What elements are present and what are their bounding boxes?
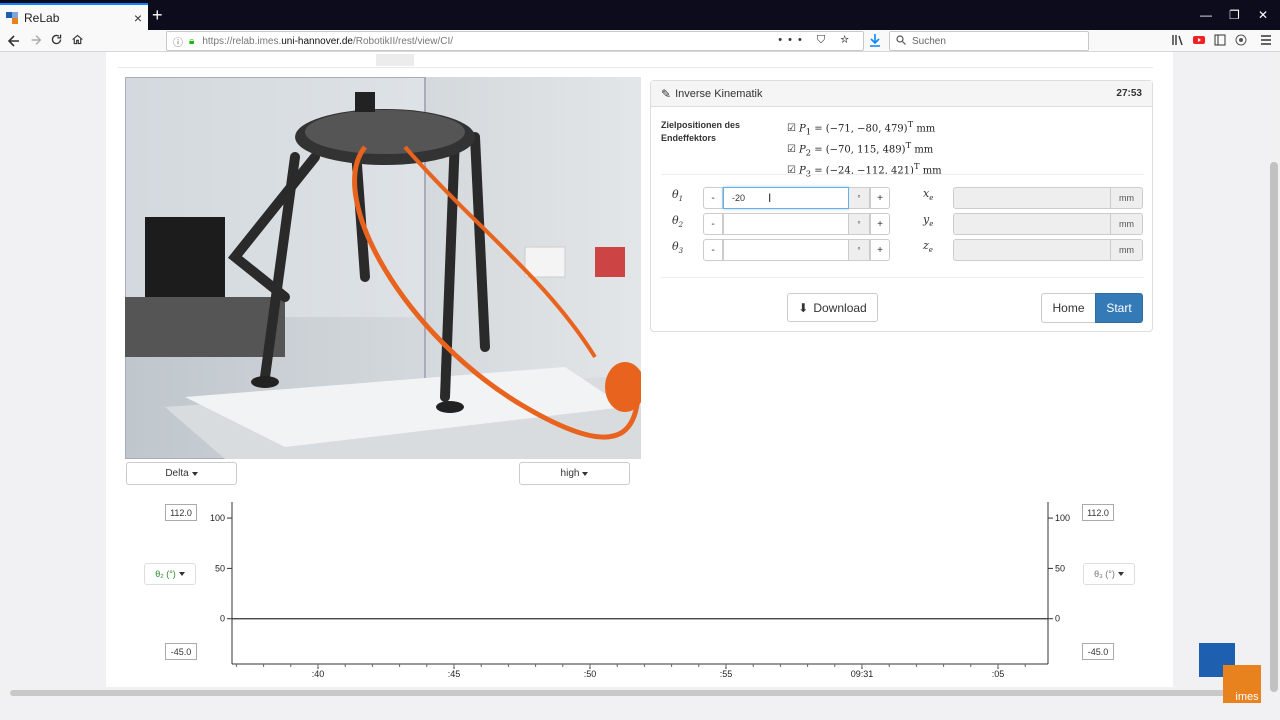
search-bar[interactable]: Suchen [889,31,1089,51]
page-top-strip [118,52,1153,68]
chevron-down-icon [191,471,198,476]
start-button[interactable]: Start [1095,293,1143,323]
right-ymin-input[interactable]: -45.0 [1082,643,1114,660]
tab-close-icon[interactable]: × [134,10,142,26]
ye-label: ye [923,213,934,229]
youtube-icon[interactable] [1193,33,1205,49]
window-close-icon[interactable]: ✕ [1258,8,1268,22]
joint-row-3: θ3 - ° + ze mm [651,239,1154,261]
home-button[interactable]: Home [1041,293,1095,323]
degree-unit: ° [849,213,870,235]
reload-icon[interactable] [50,33,63,49]
ze-output [953,239,1111,261]
targets-label: Zielpositionen des Endeffektors [661,120,741,143]
theta3-label: θ3 [672,240,684,256]
quality-select-dropdown[interactable]: high [519,462,630,485]
text-cursor-icon: I [768,191,772,205]
mm-unit: mm [1111,239,1143,261]
checkbox-edit-icon: ☑ [787,123,796,135]
target-position-2: ☑ P2 = (−70, 115, 489)T mm [787,139,934,158]
degree-unit: ° [849,187,870,209]
browser-tab-bar: ReLab × + — ❐ ✕ [0,0,1280,30]
ye-output [953,213,1111,235]
target-position-1: ☑ P1 = (−71, −80, 479)T mm [787,119,936,137]
ze-label: ze [923,239,933,255]
session-timer: 27:53 [1116,88,1142,99]
menu-icon[interactable] [1260,33,1272,49]
quality-select-label: high [560,468,580,479]
theta2-plus-button[interactable]: + [870,213,890,235]
left-series-select[interactable]: θ₂ (°) [144,563,196,585]
chevron-down-icon [178,572,185,576]
xe-label: xe [923,187,934,203]
joint-row-2: θ2 - ° + ye mm [651,213,1154,235]
theta1-plus-button[interactable]: + [870,187,890,209]
browser-nav-bar: ⓘ 🔒︎ https://relab.imes.uni-hannover.de/… [0,30,1280,52]
scrollbar-thumb[interactable] [1270,162,1278,692]
page-actions-icon[interactable]: ••• ⛉ ☆ [778,34,855,47]
left-ymax-input[interactable]: 112.0 [165,504,197,521]
url-bar[interactable]: ⓘ 🔒︎ https://relab.imes.uni-hannover.de/… [166,31,864,51]
search-placeholder: Suchen [912,35,946,47]
mm-unit: mm [1111,213,1143,235]
target-position-3: ☑ P3 = (−24, −112, 421)T mm [787,160,942,178]
chevron-down-icon [1117,572,1124,576]
divider [661,277,1144,278]
library-icon[interactable] [1172,33,1184,49]
left-ymin-input[interactable]: -45.0 [165,643,197,660]
download-circle-icon: ⬇ [798,300,809,315]
url-text: https://relab.imes.uni-hannover.de/Robot… [202,35,454,47]
right-series-label: θ₃ (°) [1094,569,1115,579]
download-button[interactable]: ⬇ Download [787,293,878,322]
browser-tab-relab[interactable]: ReLab × [0,3,148,30]
right-series-select[interactable]: θ₃ (°) [1083,563,1135,585]
degree-unit: ° [849,239,870,261]
theta3-input[interactable] [723,239,849,261]
download-arrow-icon[interactable] [869,33,881,50]
theta2-minus-button[interactable]: - [703,213,723,235]
window-restore-icon[interactable]: ❐ [1229,8,1240,22]
theta3-plus-button[interactable]: + [870,239,890,261]
checkbox-edit-icon: ☑ [787,144,796,156]
theta1-minus-button[interactable]: - [703,187,723,209]
robot-select-label: Delta [165,468,189,479]
search-icon [896,34,906,48]
panel-title: Inverse Kinematik [675,87,763,100]
left-series-label: θ₂ (°) [155,569,176,579]
divider [661,174,1144,175]
xe-output [953,187,1111,209]
theta1-label: θ1 [672,188,684,204]
mm-unit: mm [1111,187,1143,209]
theta1-input[interactable]: -20 I [723,187,849,209]
edit-icon: ✎ [661,86,672,101]
window-minimize-icon[interactable]: — [1200,8,1212,22]
panel-header: ✎ Inverse Kinematik 27:53 [651,81,1152,107]
theta2-label: θ2 [672,214,684,230]
back-icon[interactable] [6,33,22,52]
lock-icon: 🔒︎ [189,35,195,47]
theta3-minus-button[interactable]: - [703,239,723,261]
download-label: Download [813,300,867,315]
inverse-kinematics-panel: ✎ Inverse Kinematik 27:53 Zielpositionen… [650,80,1153,332]
horizontal-scrollbar[interactable] [0,688,1268,698]
tab-title: ReLab [24,10,60,25]
target-positions-list: ☑ P1 = (−71, −80, 479)T mm ☑ P2 = (−70, 11… [787,118,942,180]
relab-favicon-icon [6,11,18,24]
robot-select-dropdown[interactable]: Delta [126,462,237,485]
joint-row-1: θ1 - -20 I ° + xe mm [651,187,1154,209]
camera-video-feed [125,77,641,459]
right-ymax-input[interactable]: 112.0 [1082,504,1114,521]
new-tab-icon[interactable]: + [152,6,163,24]
extension-icon[interactable] [1235,33,1247,49]
imes-logo: imes [1199,643,1261,703]
forward-icon[interactable] [29,33,43,50]
chevron-down-icon [582,471,589,476]
svg-text:imes: imes [1235,691,1259,703]
theta2-input[interactable] [723,213,849,235]
scrollbar-thumb[interactable] [10,690,1260,696]
home-icon[interactable] [71,33,84,49]
site-info-icon[interactable]: ⓘ [173,34,183,49]
sidebar-icon[interactable] [1214,33,1226,49]
vertical-scrollbar[interactable] [1268,52,1280,692]
